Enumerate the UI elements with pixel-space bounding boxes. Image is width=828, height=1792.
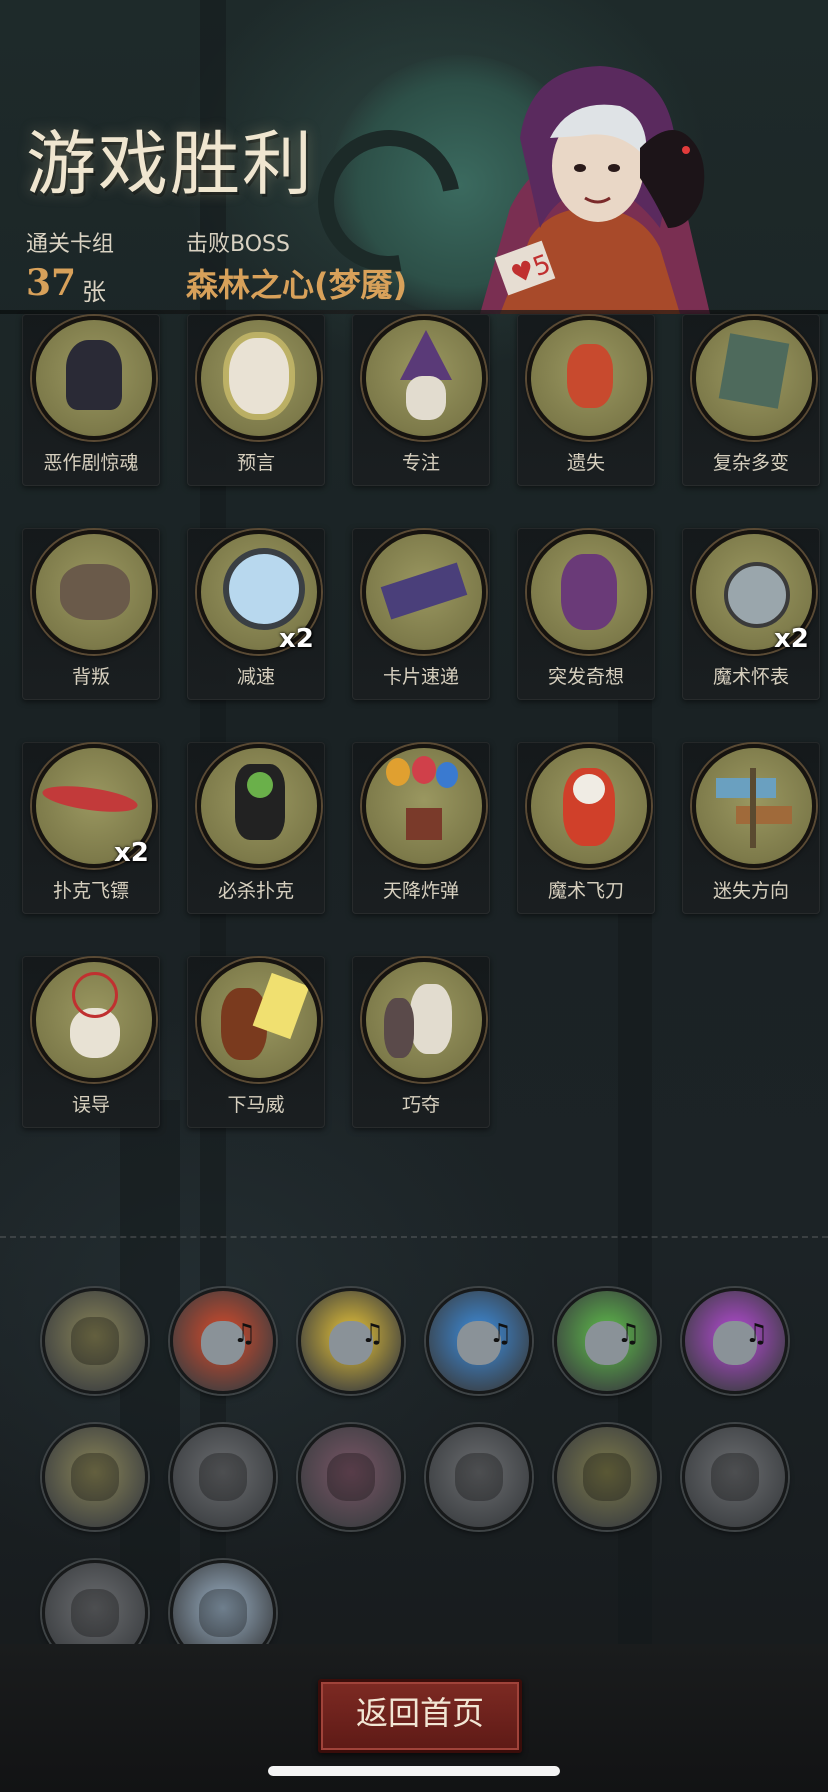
card-3[interactable]: 专注 bbox=[352, 314, 490, 486]
page-title: 游戏胜利 bbox=[26, 123, 314, 205]
card-label: 背叛 bbox=[71, 666, 110, 688]
home-indicator[interactable] bbox=[268, 1766, 560, 1776]
card-label: 迷失方向 bbox=[712, 880, 789, 902]
music-skull-yellow-relic-icon[interactable]: ♫ bbox=[298, 1288, 404, 1394]
prank-ghost-icon bbox=[32, 316, 156, 440]
card-count-badge: x2 bbox=[279, 624, 314, 654]
deck-unit: 张 bbox=[82, 278, 106, 306]
focus-wizard-icon bbox=[362, 316, 486, 440]
card-label: 必杀扑克 bbox=[217, 880, 294, 902]
lost-pirate-icon bbox=[527, 316, 651, 440]
lost-direction-signpost-icon bbox=[692, 744, 816, 868]
card-15[interactable]: 迷失方向 bbox=[682, 742, 820, 914]
magic-knife-clown-icon bbox=[527, 744, 651, 868]
card-7[interactable]: x2 减速 bbox=[187, 528, 325, 700]
card-9[interactable]: 突发奇想 bbox=[517, 528, 655, 700]
card-12[interactable]: 必杀扑克 bbox=[187, 742, 325, 914]
section-divider bbox=[0, 1236, 828, 1238]
betrayal-icon bbox=[32, 530, 156, 654]
card-label: 恶作剧惊魂 bbox=[43, 452, 139, 474]
misdirect-skull-icon bbox=[32, 958, 156, 1082]
victory-header: 游戏胜利 通关卡组 37 张 击败BOSS 森林之心(梦魇) ♥5 bbox=[0, 0, 828, 315]
card-label: 天降炸弹 bbox=[382, 880, 459, 902]
deck-count: 37 bbox=[26, 262, 77, 304]
deck-label: 通关卡组 bbox=[26, 232, 115, 257]
intimidation-icon bbox=[197, 958, 321, 1082]
balloon-bomb-icon bbox=[362, 744, 486, 868]
warrior-relic-icon[interactable] bbox=[682, 1424, 788, 1530]
card-label: 误导 bbox=[71, 1094, 110, 1116]
card-11[interactable]: x2 扑克飞镖 bbox=[22, 742, 160, 914]
sudden-idea-icon bbox=[527, 530, 651, 654]
card-1[interactable]: 恶作剧惊魂 bbox=[22, 314, 160, 486]
card-label: 突发奇想 bbox=[547, 666, 624, 688]
card-2[interactable]: 预言 bbox=[187, 314, 325, 486]
slow-mirror-relic-icon[interactable] bbox=[554, 1424, 660, 1530]
card-count-badge: x2 bbox=[774, 624, 809, 654]
card-17[interactable]: 下马威 bbox=[187, 956, 325, 1128]
card-18[interactable]: 巧夺 bbox=[352, 956, 490, 1128]
card-count-badge: x2 bbox=[114, 838, 149, 868]
bleeding-hands-relic-icon[interactable] bbox=[170, 1424, 276, 1530]
hooded-heroine-portrait-icon: ♥5 bbox=[480, 66, 710, 314]
boss-name: 森林之心(梦魇) bbox=[186, 266, 408, 304]
card-4[interactable]: 遗失 bbox=[517, 314, 655, 486]
card-label: 下马威 bbox=[227, 1094, 285, 1116]
card-label: 魔术飞刀 bbox=[547, 880, 624, 902]
music-skull-green-relic-icon[interactable]: ♫ bbox=[554, 1288, 660, 1394]
card-express-icon bbox=[362, 530, 486, 654]
card-6[interactable]: 背叛 bbox=[22, 528, 160, 700]
gargoyle-statue-relic-icon[interactable] bbox=[298, 1424, 404, 1530]
card-label: 复杂多变 bbox=[712, 452, 789, 474]
killer-poker-icon bbox=[197, 744, 321, 868]
return-home-button[interactable]: 返回首页 bbox=[318, 1679, 522, 1753]
card-8[interactable]: 卡片速递 bbox=[352, 528, 490, 700]
card-label: 遗失 bbox=[566, 452, 605, 474]
card-14[interactable]: 魔术飞刀 bbox=[517, 742, 655, 914]
card-label: 巧夺 bbox=[401, 1094, 440, 1116]
card-label: 魔术怀表 bbox=[712, 666, 789, 688]
music-skull-purple-relic-icon[interactable]: ♫ bbox=[682, 1288, 788, 1394]
prophecy-sage-icon bbox=[197, 316, 321, 440]
music-skull-red-relic-icon[interactable]: ♫ bbox=[170, 1288, 276, 1394]
card-label: 专注 bbox=[401, 452, 440, 474]
card-10[interactable]: x2 魔术怀表 bbox=[682, 528, 820, 700]
card-label: 减速 bbox=[236, 666, 275, 688]
music-skull-blue-relic-icon[interactable]: ♫ bbox=[426, 1288, 532, 1394]
card-label: 预言 bbox=[236, 452, 275, 474]
handcuffs-relic-icon[interactable] bbox=[42, 1288, 148, 1394]
card-label: 卡片速递 bbox=[382, 666, 459, 688]
complex-cube-icon bbox=[692, 316, 816, 440]
beans-relic-icon[interactable] bbox=[42, 1424, 148, 1530]
magic-hand-relic-icon[interactable] bbox=[426, 1424, 532, 1530]
card-5[interactable]: 复杂多变 bbox=[682, 314, 820, 486]
boss-label: 击败BOSS bbox=[186, 232, 290, 257]
snatch-icon bbox=[362, 958, 486, 1082]
card-16[interactable]: 误导 bbox=[22, 956, 160, 1128]
card-label: 扑克飞镖 bbox=[52, 880, 129, 902]
card-13[interactable]: 天降炸弹 bbox=[352, 742, 490, 914]
